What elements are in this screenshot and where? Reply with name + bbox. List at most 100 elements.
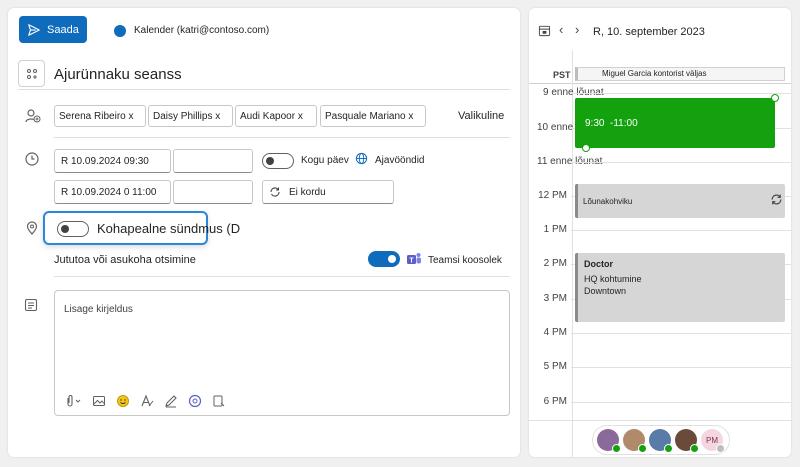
hour-label: 3 PM [543,293,567,304]
doctor-event-location: Downtown [584,286,627,296]
divider [54,137,510,138]
start-date-field[interactable]: R 10.09.2024 09:30 [54,149,171,173]
lunch-event-block[interactable]: Lõunakohviku [575,184,785,218]
calendar-selector[interactable]: Kalender (katri@contoso.com) [134,25,269,36]
available-status-icon [638,444,647,453]
available-status-icon [612,444,621,453]
doctor-event-subtitle: HQ kohtumine [584,274,642,284]
avatar-separator [529,420,791,421]
description-icon [24,298,42,316]
loop-icon[interactable] [188,394,202,411]
in-person-toggle[interactable] [57,221,89,237]
allday-event[interactable]: Miguel Garcia kontorist väljas [575,67,785,81]
end-date-field[interactable]: R 10.09.2024 0 11:00 [54,180,171,204]
remove-attendee-icon[interactable]: x [408,111,413,122]
timezone-label: PST [553,70,571,80]
hour-label: 1 PM [543,224,567,235]
attendee-name: Audi Kapoor [240,110,296,122]
resize-handle-top[interactable] [771,94,779,102]
repeat-label: Ei kordu [289,186,326,198]
optional-attendees-link[interactable]: Valikuline [458,110,504,122]
location-pin-icon [24,220,42,238]
description-editor[interactable]: Lisage kirjeldus [54,290,510,416]
start-time-field[interactable] [173,149,253,173]
remove-attendee-icon[interactable]: x [298,111,303,122]
avatar[interactable]: PM [701,429,725,453]
hour-line [571,333,791,334]
recurring-icon [770,193,783,209]
calendar-color-dot [114,25,126,37]
event-title-input[interactable]: Ajurünnaku seanss [54,66,182,83]
insert-more-icon[interactable] [212,394,226,411]
attendee-name: Serena Ribeiro [59,110,126,122]
hour-label: 4 PM [543,327,567,338]
globe-icon[interactable] [355,152,368,168]
in-person-event-card[interactable]: Kohapealne sündmus (D [43,211,240,245]
avatar-initials: PM [706,435,718,445]
attendee-name: Pasquale Mariano [325,110,406,122]
available-status-icon [690,444,699,453]
attendee-chip[interactable]: Daisy Phillips x [148,105,233,127]
current-event-block[interactable]: 9:30 -11:00 [575,94,779,152]
hour-label: 2 PM [543,258,567,269]
doctor-event-title: Doctor [584,259,613,269]
available-status-icon [664,444,673,453]
remove-attendee-icon[interactable]: x [129,111,134,122]
hour-line [571,93,791,94]
attendee-availability-bar[interactable]: PM [592,425,730,455]
calendar-date-label: R, 10. september 2023 [593,26,705,38]
unknown-status-icon [716,444,725,453]
hour-line [571,162,791,163]
send-icon [28,23,40,36]
allday-separator [529,83,791,84]
repeat-icon [270,187,280,197]
pen-icon[interactable] [164,394,178,411]
attach-icon[interactable] [64,394,82,411]
in-person-label: Kohapealne sündmus (D [97,221,241,236]
avatar[interactable] [597,429,621,453]
repeat-dropdown[interactable]: Ei kordu [262,180,394,204]
hour-label: 12 PM [538,190,567,201]
avatar[interactable] [623,429,647,453]
attendee-name: Daisy Phillips [153,110,213,122]
attendee-chip[interactable]: Pasquale Mariano x [320,105,426,127]
location-search-input[interactable]: Jututoa või asukoha otsimine [54,254,196,266]
lunch-event-title: Lõunakohviku [583,197,633,206]
hour-line [571,402,791,403]
emoji-icon[interactable] [116,394,130,411]
next-day-icon[interactable]: › [575,22,579,37]
end-time-field[interactable] [173,180,253,204]
all-day-label: Kogu päev [301,155,349,166]
time-gutter-line [572,50,573,457]
avatar[interactable] [675,429,699,453]
current-event-time: 9:30 -11:00 [585,118,638,129]
category-icon[interactable] [18,60,45,87]
prev-day-icon[interactable]: ‹ [559,22,563,37]
hour-label: 6 PM [543,396,567,407]
doctor-event-block[interactable]: Doctor HQ kohtumine Downtown [575,253,785,322]
attendee-chip[interactable]: Audi Kapoor x [235,105,317,127]
hour-label: 5 PM [543,361,567,372]
title-row: Ajurünnaku seanss [18,60,510,90]
all-day-toggle[interactable] [262,153,294,169]
formatting-toolbar [64,394,226,411]
text-format-icon[interactable] [140,394,154,411]
image-icon[interactable] [92,394,106,411]
day-calendar-panel: ‹ › R, 10. september 2023 PST Miguel Gar… [529,8,791,457]
teams-meeting-label: Teamsi koosolek [428,255,502,266]
event-form-panel: Saada Kalender (katri@contoso.com) Ajurü… [8,8,520,457]
avatar[interactable] [649,429,673,453]
resize-handle-bottom[interactable] [582,144,590,152]
hour-line [571,367,791,368]
today-icon[interactable] [538,24,551,40]
send-label: Saada [47,23,79,36]
add-people-icon [24,107,42,125]
send-button[interactable]: Saada [19,16,87,43]
teams-icon: T [406,251,422,270]
attendee-chip[interactable]: Serena Ribeiro x [54,105,146,127]
teams-meeting-toggle[interactable] [368,251,400,267]
remove-attendee-icon[interactable]: x [215,111,220,122]
timezones-button[interactable]: Ajavööndid [375,155,424,166]
description-placeholder: Lisage kirjeldus [64,304,133,315]
svg-text:T: T [409,257,414,264]
